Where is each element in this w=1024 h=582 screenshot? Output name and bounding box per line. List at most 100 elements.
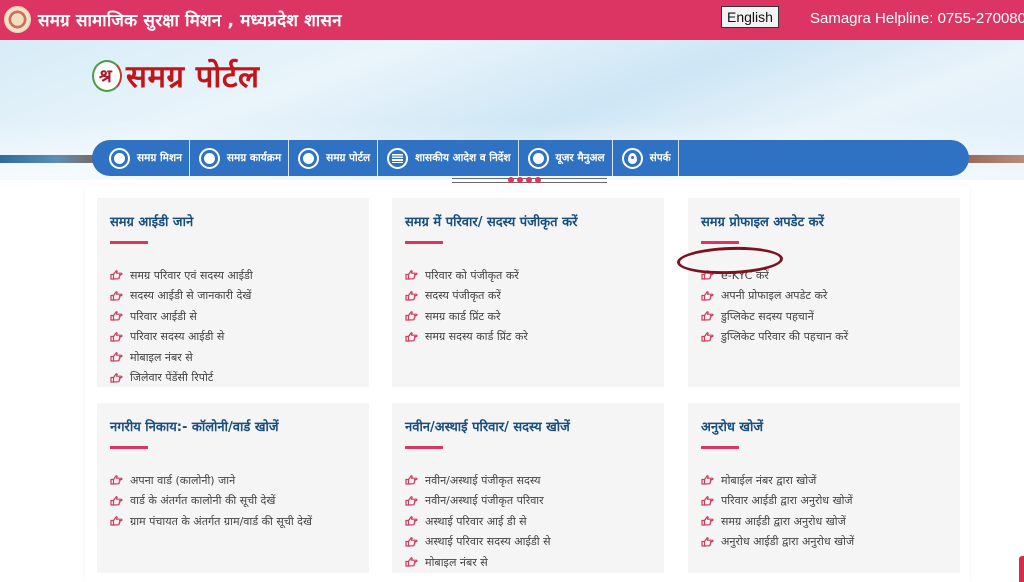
samagra-logo-icon: श्र bbox=[92, 60, 122, 92]
card-link[interactable]: मोबाइल नंबर से bbox=[405, 552, 664, 573]
card-link-label: जिलेवार पेंडेंसी रिपोर्ट bbox=[130, 371, 214, 385]
pointing-hand-icon bbox=[110, 495, 123, 506]
nav-label: यूजर मैनुअल bbox=[555, 152, 605, 164]
link-list: अपना वार्ड (कालोनी) जाने वार्ड के अंतर्गत… bbox=[110, 470, 369, 532]
pointing-hand-icon bbox=[405, 270, 418, 280]
card-link[interactable]: जिलेवार पेंडेंसी रिपोर्ट bbox=[110, 368, 369, 389]
nav-item-samagra-mission[interactable]: समग्र मिशन bbox=[100, 140, 190, 176]
card-link[interactable]: डुप्लिकेट सदस्य पहचानें bbox=[701, 306, 960, 327]
card-link-label: ग्राम पंचायत के अंतर्गत ग्राम/वार्ड की स… bbox=[130, 514, 313, 528]
card-link-label: समग्र कार्ड प्रिंट करे bbox=[425, 309, 501, 323]
title-underline bbox=[110, 446, 148, 449]
card-link-label: डुप्लिकेट परिवार की पहचान करें bbox=[721, 330, 849, 344]
card-link[interactable]: नवीन/अस्थाई पंजीकृत सदस्य bbox=[405, 470, 664, 491]
card-link[interactable]: अस्थाई परिवार सदस्य आईडी से bbox=[405, 532, 664, 553]
mp-government-emblem-icon bbox=[4, 6, 31, 33]
pointing-hand-icon bbox=[110, 270, 123, 280]
nav-label: संपर्क bbox=[649, 152, 671, 164]
card-link[interactable]: अनुरोध आईडी द्वारा अनुरोध खोजें bbox=[701, 532, 960, 553]
card-link-label: e-KYC करें bbox=[721, 268, 769, 282]
card-link[interactable]: परिवार आईडी द्वारा अनुरोध खोजें bbox=[701, 491, 960, 512]
card-title: अनुरोध खोजें bbox=[701, 420, 763, 435]
pointing-hand-icon bbox=[110, 331, 123, 342]
card-update-profile: समग्र प्रोफाइल अपडेट करें e-KYC करें अपनी… bbox=[688, 198, 960, 387]
card-link[interactable]: अपनी प्रोफाइल अपडेट करे bbox=[701, 286, 960, 307]
card-link[interactable]: अपना वार्ड (कालोनी) जाने bbox=[110, 470, 369, 491]
card-link[interactable]: समग्र कार्ड प्रिंट करे bbox=[405, 306, 664, 327]
pointing-hand-icon bbox=[701, 495, 714, 506]
nav-item-samagra-programs[interactable]: समग्र कार्यक्रम bbox=[190, 140, 290, 176]
card-link-label: मोबाइल नंबर से bbox=[130, 350, 193, 364]
english-language-button[interactable]: English bbox=[721, 6, 779, 28]
section-divider bbox=[452, 177, 607, 184]
card-title: समग्र प्रोफाइल अपडेट करें bbox=[701, 215, 824, 230]
card-link[interactable]: नवीन/अस्थाई पंजीकृत परिवार bbox=[405, 491, 664, 512]
main-nav: समग्र मिशन समग्र कार्यक्रम समग्र पोर्टल … bbox=[92, 140, 969, 176]
card-link-label: सदस्य पंजीकृत करें bbox=[425, 289, 501, 303]
banner-stripe-left bbox=[0, 155, 95, 163]
card-link[interactable]: मोबाईल नंबर द्वारा खोजें bbox=[701, 470, 960, 491]
card-link[interactable]: समग्र सदस्य कार्ड प्रिंट करे bbox=[405, 327, 664, 348]
card-link-label: मोबाईल नंबर द्वारा खोजें bbox=[721, 473, 817, 487]
card-link[interactable]: e-KYC करें bbox=[701, 265, 960, 286]
link-list: परिवार को पंजीकृत करें सदस्य पंजीकृत करें… bbox=[405, 265, 664, 347]
pointing-hand-icon bbox=[110, 372, 123, 383]
title-underline bbox=[701, 241, 739, 244]
card-link-label: अपना वार्ड (कालोनी) जाने bbox=[130, 473, 236, 487]
card-link-label: समग्र आईडी द्वारा अनुरोध खोजें bbox=[721, 514, 846, 528]
card-link[interactable]: डुप्लिकेट परिवार की पहचान करें bbox=[701, 327, 960, 348]
card-link-label: परिवार सदस्य आईडी से bbox=[130, 330, 225, 344]
pointing-hand-icon bbox=[110, 516, 123, 526]
side-feedback-tab[interactable] bbox=[1019, 556, 1024, 582]
card-link-label: डुप्लिकेट सदस्य पहचानें bbox=[721, 309, 814, 323]
nav-item-contact[interactable]: संपर्क bbox=[613, 140, 679, 176]
pointing-hand-icon bbox=[405, 516, 418, 526]
title-underline bbox=[405, 446, 443, 449]
list-icon bbox=[387, 147, 409, 169]
location-pin-icon bbox=[621, 147, 643, 169]
pointing-hand-icon bbox=[405, 311, 418, 321]
pointing-hand-icon bbox=[701, 536, 714, 547]
nav-item-samagra-portal[interactable]: समग्र पोर्टल bbox=[289, 140, 379, 176]
link-list: नवीन/अस्थाई पंजीकृत सदस्य नवीन/अस्थाई पंज… bbox=[405, 470, 664, 573]
card-title: समग्र आईडी जाने bbox=[110, 215, 194, 230]
pointing-hand-icon bbox=[701, 516, 714, 526]
card-link-label: अस्थाई परिवार आई डी से bbox=[425, 514, 527, 528]
logo-text: समग्र पोर्टल bbox=[126, 59, 260, 95]
card-link-label: समग्र सदस्य कार्ड प्रिंट करे bbox=[425, 330, 528, 344]
card-link-label: वार्ड के अंतर्गत कालोनी की सूची देखें bbox=[130, 494, 276, 508]
card-link-label: सदस्य आईडी से जानकारी देखें bbox=[130, 289, 252, 303]
card-link[interactable]: सदस्य पंजीकृत करें bbox=[405, 286, 664, 307]
card-link[interactable]: समग्र परिवार एवं सदस्य आईडी bbox=[110, 265, 369, 286]
card-find-request: अनुरोध खोजें मोबाईल नंबर द्वारा खोजें परि… bbox=[688, 403, 960, 573]
banner-stripe-right bbox=[968, 155, 1024, 163]
nav-item-user-manual[interactable]: यूजर मैनुअल bbox=[519, 140, 613, 176]
title-underline bbox=[405, 241, 443, 244]
pointing-hand-icon bbox=[110, 290, 123, 301]
pointing-hand-icon bbox=[110, 311, 123, 321]
pointing-hand-icon bbox=[405, 290, 418, 301]
nav-item-government-orders[interactable]: शासकीय आदेश व निर्देश bbox=[378, 140, 519, 176]
link-list: e-KYC करें अपनी प्रोफाइल अपडेट करे डुप्लिक… bbox=[701, 265, 960, 347]
card-link[interactable]: अस्थाई परिवार आई डी से bbox=[405, 511, 664, 532]
pointing-hand-icon bbox=[405, 495, 418, 506]
pointing-hand-icon bbox=[701, 475, 714, 485]
pointing-hand-icon bbox=[701, 311, 714, 321]
card-link[interactable]: मोबाइल नंबर से bbox=[110, 347, 369, 368]
card-link[interactable]: वार्ड के अंतर्गत कालोनी की सूची देखें bbox=[110, 491, 369, 512]
card-link[interactable]: समग्र आईडी द्वारा अनुरोध खोजें bbox=[701, 511, 960, 532]
card-know-samagra-id: समग्र आईडी जाने समग्र परिवार एवं सदस्य आ… bbox=[97, 198, 369, 387]
nav-label: समग्र पोर्टल bbox=[326, 152, 371, 164]
card-find-temporary-family: नवीन/अस्थाई परिवार/ सदस्य खोजें नवीन/अस्… bbox=[392, 403, 664, 573]
title-underline bbox=[701, 446, 739, 449]
card-link[interactable]: परिवार आईडी से bbox=[110, 306, 369, 327]
title-underline bbox=[110, 241, 148, 244]
card-link[interactable]: ग्राम पंचायत के अंतर्गत ग्राम/वार्ड की स… bbox=[110, 511, 369, 532]
samagra-portal-logo[interactable]: श्र समग्र पोर्टल bbox=[92, 55, 260, 97]
card-link-label: समग्र परिवार एवं सदस्य आईडी bbox=[130, 268, 253, 282]
nav-label: समग्र मिशन bbox=[137, 152, 182, 164]
card-link[interactable]: परिवार सदस्य आईडी से bbox=[110, 327, 369, 348]
link-list: समग्र परिवार एवं सदस्य आईडी सदस्य आईडी से… bbox=[110, 265, 369, 388]
card-link[interactable]: परिवार को पंजीकृत करें bbox=[405, 265, 664, 286]
card-link[interactable]: सदस्य आईडी से जानकारी देखें bbox=[110, 286, 369, 307]
